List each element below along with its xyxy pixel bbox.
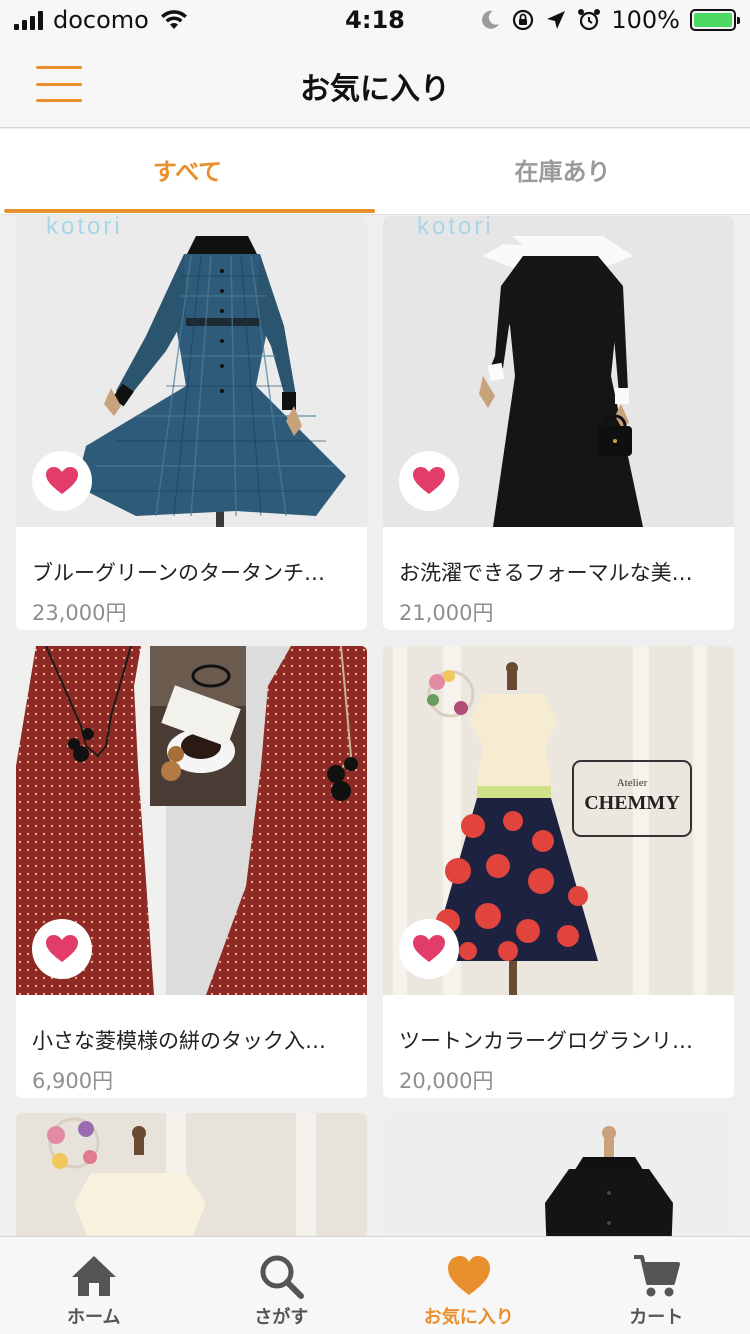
image-logo: CHEMMY: [584, 792, 680, 814]
nav-label: ホーム: [67, 1307, 121, 1328]
product-title: ツートンカラーグログランリ…: [399, 1029, 693, 1053]
tab-in-stock[interactable]: 在庫あり: [375, 129, 750, 215]
search-icon: [260, 1255, 305, 1299]
product-price: 23,000円: [32, 601, 127, 625]
location-icon: [547, 11, 566, 29]
product-card[interactable]: kotori お洗濯できるフォーマルな美… 21,000円: [383, 216, 734, 630]
nav-label: さがす: [254, 1307, 309, 1328]
heart-icon: [447, 1256, 490, 1295]
product-image[interactable]: [383, 1113, 734, 1236]
heart-icon: [413, 467, 445, 494]
product-card[interactable]: [383, 1113, 734, 1236]
status-bar: docomo 4:18 100%: [0, 0, 750, 40]
product-image[interactable]: [16, 646, 367, 995]
product-card[interactable]: [16, 1113, 367, 1236]
favorite-button[interactable]: [32, 451, 92, 511]
product-card[interactable]: Atelier CHEMMY ツートンカラーグログランリ… 20,000円: [383, 646, 734, 1098]
bottom-tab-bar: ホーム さがす お気に入り カート: [0, 1236, 750, 1334]
home-icon: [71, 1256, 116, 1296]
product-title: 小さな菱模様の絣のタック入…: [32, 1029, 326, 1053]
product-image[interactable]: kotori: [16, 216, 367, 527]
nav-label: カート: [629, 1307, 684, 1328]
alarm-icon: [578, 9, 601, 31]
product-price: 6,900円: [32, 1069, 114, 1093]
svg-text:Atelier: Atelier: [617, 777, 648, 789]
image-watermark: kotori: [417, 216, 494, 240]
favorites-grid: kotori ブルーグリーンのタータンチ… 23,000円 kotori お洗濯…: [16, 216, 734, 1236]
heart-icon: [46, 467, 78, 494]
page-title: お気に入り: [300, 72, 450, 107]
rotation-lock-icon: [513, 9, 534, 31]
nav-label: お気に入り: [423, 1307, 514, 1328]
app-header: お気に入り: [0, 40, 750, 128]
product-card[interactable]: 小さな菱模様の絣のタック入… 6,900円: [16, 646, 367, 1098]
product-price: 21,000円: [399, 601, 494, 625]
product-price: 20,000円: [399, 1069, 494, 1093]
favorite-button[interactable]: [399, 919, 459, 979]
nav-favorites[interactable]: お気に入り: [375, 1237, 563, 1334]
product-image[interactable]: [16, 1113, 367, 1236]
heart-icon: [46, 935, 78, 962]
favorite-button[interactable]: [399, 451, 459, 511]
nav-search[interactable]: さがす: [188, 1237, 376, 1334]
battery-icon: [690, 9, 740, 31]
battery-percent: 100%: [611, 6, 680, 34]
nav-home[interactable]: ホーム: [0, 1237, 188, 1334]
product-title: お洗濯できるフォーマルな美…: [399, 561, 693, 585]
nav-cart[interactable]: カート: [563, 1237, 750, 1334]
heart-icon: [413, 935, 445, 962]
filter-tabs: すべて 在庫あり: [0, 129, 750, 215]
favorite-button[interactable]: [32, 919, 92, 979]
cart-icon: [634, 1255, 681, 1297]
tab-all[interactable]: すべて: [0, 129, 375, 215]
product-card[interactable]: kotori ブルーグリーンのタータンチ… 23,000円: [16, 216, 367, 630]
image-watermark: kotori: [46, 216, 123, 240]
moon-icon: [482, 10, 500, 29]
product-title: ブルーグリーンのタータンチ…: [32, 561, 325, 585]
product-image[interactable]: kotori: [383, 216, 734, 527]
product-image[interactable]: Atelier CHEMMY: [383, 646, 734, 995]
